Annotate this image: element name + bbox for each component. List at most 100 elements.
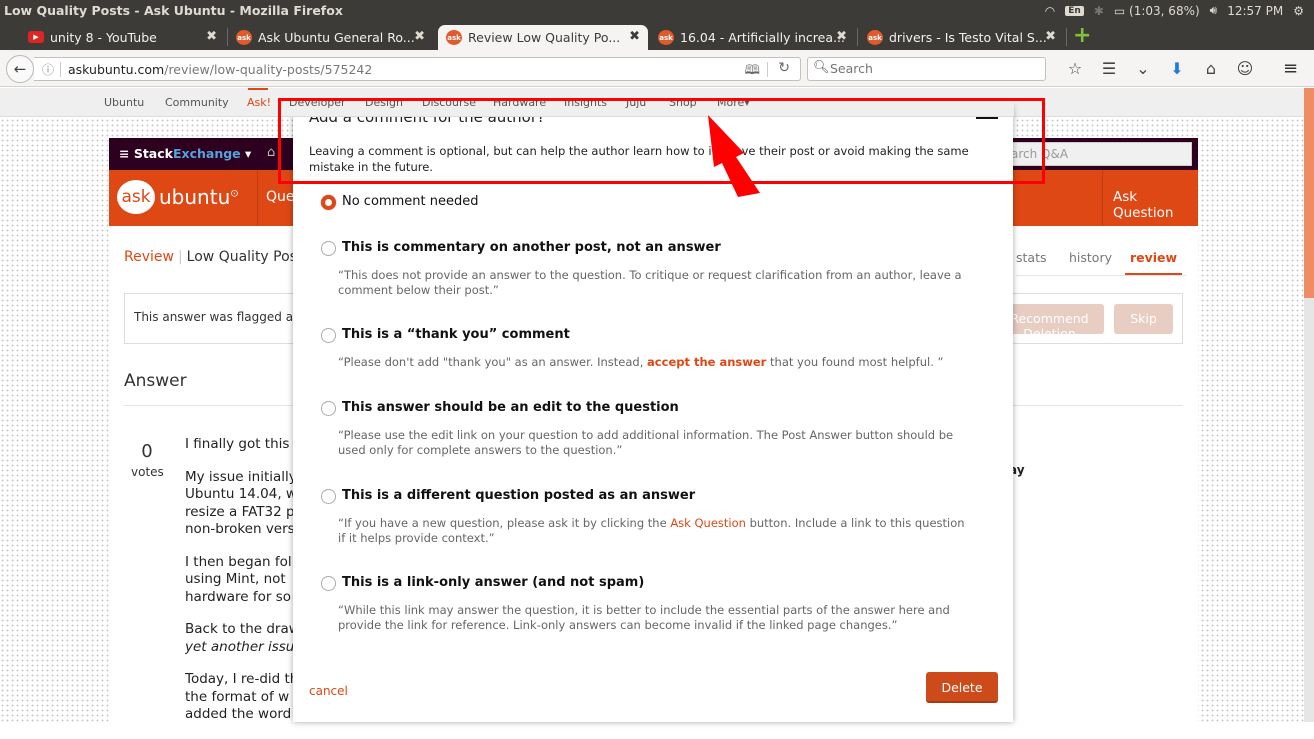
skip-button[interactable]: Skip (1114, 304, 1173, 334)
tab-title: Review Low Quality Po... (468, 30, 621, 45)
reload-icon[interactable]: ↻ (778, 60, 790, 76)
option-description: “Please use the edit link on your questi… (338, 428, 954, 457)
logo-bubble: ask (117, 180, 155, 214)
vote-count: 0 votes (131, 441, 164, 479)
chat-smiley-icon[interactable]: ☺ (1228, 59, 1262, 78)
askubuntu-icon: ask (867, 30, 883, 45)
keyboard-layout-indicator[interactable]: En (1065, 5, 1084, 16)
page-scrollbar-thumb[interactable] (1304, 88, 1314, 298)
option-description: “This does not provide an answer to the … (338, 268, 962, 297)
option-label[interactable]: This is a link-only answer (and not spam… (342, 575, 644, 590)
inbox-icon[interactable]: ⌂ (267, 145, 275, 160)
clock[interactable]: 12:57 PM (1227, 4, 1283, 18)
site-info-icon[interactable]: ⓘ (42, 61, 54, 78)
dialog-description: Leaving a comment is optional, but can h… (309, 144, 969, 174)
system-tray: ◠ En ✱ ▭ (1:03, 68%) 🔊︎ 12:57 PM ⚙ (1045, 3, 1304, 18)
battery-icon: ▭ (1113, 3, 1126, 18)
pocket-icon[interactable]: ⌄ (1126, 59, 1160, 78)
tab-title: unity 8 - YouTube (50, 30, 157, 45)
close-tab-icon[interactable]: ✖ (836, 29, 847, 44)
tab-stats[interactable]: stats (1016, 250, 1047, 265)
download-arrow-icon[interactable]: ⬇ (1160, 59, 1194, 78)
ask-question-link[interactable]: Ask Question (670, 516, 746, 530)
browser-tab[interactable]: ask drivers - Is Testo Vital S... ✖ (859, 25, 1064, 50)
askubuntu-icon: ask (236, 30, 252, 45)
youtube-icon: ▶ (28, 31, 44, 43)
cancel-link[interactable]: cancel (309, 684, 348, 698)
back-arrow-icon[interactable]: ← (6, 55, 34, 83)
browser-tab-strip: ▶ unity 8 - YouTube ✖ ask Ask Ubuntu Gen… (0, 22, 1314, 50)
browser-search-input[interactable] (830, 61, 1030, 76)
wifi-icon[interactable]: ◠ (1045, 4, 1055, 18)
radio[interactable] (321, 401, 336, 416)
url-text[interactable]: askubuntu.com/review/low-quality-posts/5… (68, 62, 372, 77)
nav-item[interactable]: Community (165, 96, 229, 109)
option-label[interactable]: No comment needed (342, 194, 478, 209)
home-icon[interactable]: ⌂ (1194, 59, 1228, 78)
active-nav-indicator (248, 88, 268, 90)
se-exchange: Exchange (172, 146, 241, 161)
breadcrumb-review[interactable]: Review (124, 249, 174, 265)
answer-heading: Answer (124, 371, 187, 391)
battery-indicator[interactable]: ▭ (1:03, 68%) (1114, 4, 1200, 18)
battery-text: (1:03, 68%) (1129, 3, 1200, 18)
option-description: “If you have a new question, please ask … (338, 516, 965, 545)
browser-tab-active[interactable]: ask Review Low Quality Po... ✖ (438, 25, 648, 50)
search-icon: 🔍︎ (813, 60, 830, 75)
radio[interactable] (321, 328, 336, 343)
breadcrumb-queue[interactable]: Low Quality Posts (187, 249, 310, 265)
site-search-input[interactable]: Search Q&A (989, 142, 1192, 166)
option-label[interactable]: This is commentary on another post, not … (342, 240, 721, 255)
toolbar-icons: ☆ ☰ ⌄ ⬇ ⌂ ☺ (1058, 59, 1262, 78)
bookmarks-list-icon[interactable]: ☰ (1092, 59, 1126, 78)
bookmark-star-icon[interactable]: ☆ (1058, 59, 1092, 78)
url-bar[interactable]: ⓘ askubuntu.com/review/low-quality-posts… (34, 57, 801, 81)
tab-title: 16.04 - Artificially increa... (680, 30, 845, 45)
option-label[interactable]: This is a “thank you” comment (342, 327, 570, 342)
browser-tab[interactable]: ask 16.04 - Artificially increa... ✖ (650, 25, 855, 50)
accept-answer-link[interactable]: accept the answer (647, 355, 766, 369)
ask-question-button[interactable]: Ask Question (1102, 170, 1198, 226)
radio[interactable] (321, 241, 336, 256)
new-tab-plus-icon[interactable]: + (1073, 25, 1091, 47)
power-gear-icon[interactable]: ⚙ (1293, 4, 1304, 18)
reader-view-icon[interactable]: 🕮︎ (745, 61, 760, 83)
close-tab-icon[interactable]: ✖ (206, 29, 217, 44)
window-title: Low Quality Posts - Ask Ubuntu - Mozilla… (4, 3, 343, 18)
close-tab-icon[interactable]: ✖ (414, 29, 425, 44)
close-tab-icon[interactable]: ✖ (629, 29, 640, 44)
radio[interactable] (321, 489, 336, 504)
tab-title: Ask Ubuntu General Ro... (258, 30, 415, 45)
tab-history[interactable]: history (1069, 250, 1112, 265)
tab-title: drivers - Is Testo Vital S... (889, 30, 1047, 45)
os-top-bar: Low Quality Posts - Ask Ubuntu - Mozilla… (0, 0, 1314, 22)
tab-review[interactable]: review (1125, 250, 1182, 275)
browser-tab[interactable]: ask Ask Ubuntu General Ro... ✖ (228, 25, 433, 50)
radio[interactable] (321, 576, 336, 591)
hamburger-menu-icon[interactable]: ≡ (1283, 58, 1298, 79)
delete-comment-dialog: Add a comment for the author? Leaving a … (293, 106, 1013, 722)
askubuntu-logo[interactable]: ask ubuntu⊙ (117, 180, 239, 214)
votes-label: votes (131, 465, 164, 479)
dialog-title: Add a comment for the author? (309, 108, 545, 126)
flag-text: This answer was flagged as (134, 310, 300, 324)
browser-tab[interactable]: ▶ unity 8 - YouTube ✖ (20, 25, 225, 50)
stackexchange-menu[interactable]: ≡ StackExchange ▾ (119, 146, 251, 161)
close-dialog-icon[interactable] (976, 111, 998, 119)
radio-selected[interactable] (321, 195, 336, 210)
se-stack: Stack (133, 146, 173, 161)
option-description: “While this link may answer the question… (338, 603, 950, 632)
option-label[interactable]: This is a different question posted as a… (342, 488, 695, 503)
browser-search-box[interactable]: 🔍︎ (807, 57, 1046, 81)
bluetooth-icon[interactable]: ✱ (1094, 4, 1104, 18)
askubuntu-icon: ask (658, 30, 674, 45)
url-domain: askubuntu.com (68, 62, 165, 77)
nav-item-active[interactable]: Ask! (247, 96, 271, 109)
votes-number: 0 (141, 441, 153, 462)
close-tab-icon[interactable]: ✖ (1045, 29, 1056, 44)
volume-icon[interactable]: 🔊︎ (1210, 3, 1218, 18)
nav-item[interactable]: Ubuntu (104, 96, 144, 109)
delete-button[interactable]: Delete (926, 672, 998, 703)
option-label[interactable]: This answer should be an edit to the que… (342, 400, 679, 415)
url-path: /review/low-quality-posts/575242 (164, 62, 373, 77)
